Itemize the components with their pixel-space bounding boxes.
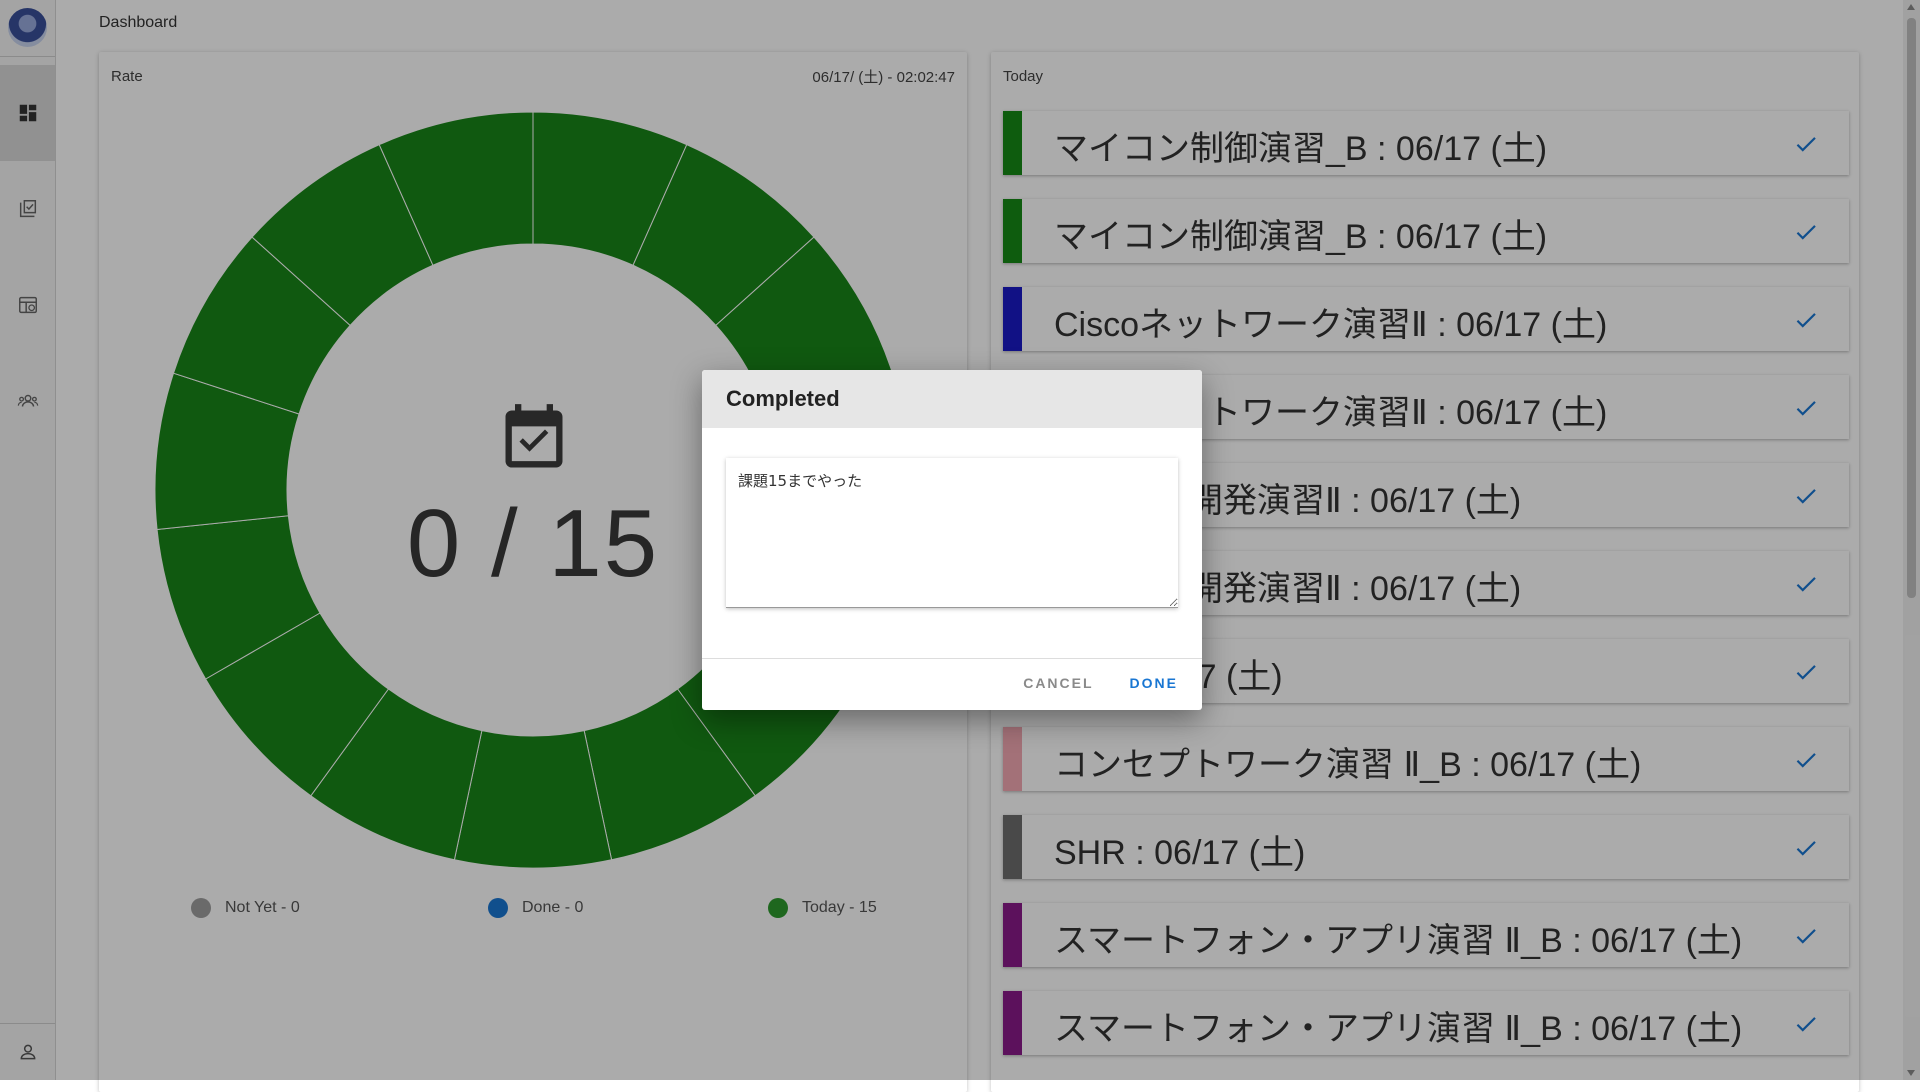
completion-note-textarea[interactable]: 課題15までやった (726, 458, 1178, 608)
completed-dialog: Completed 課題15までやった CANCEL DONE (702, 370, 1202, 710)
done-button[interactable]: DONE (1130, 675, 1178, 691)
dialog-divider (702, 658, 1202, 659)
cancel-button[interactable]: CANCEL (1023, 675, 1093, 691)
dialog-body: 課題15までやった (726, 458, 1178, 608)
dialog-actions: CANCEL DONE (1023, 675, 1178, 691)
dialog-title: Completed (702, 370, 1202, 428)
